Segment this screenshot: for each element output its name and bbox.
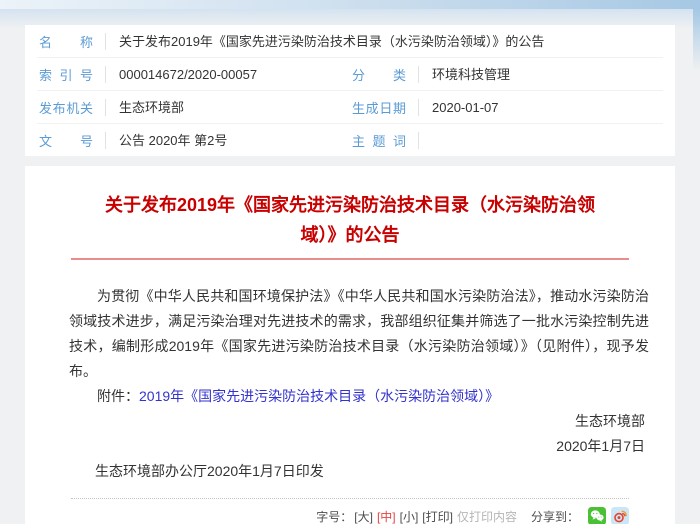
meta-value-subject [418, 132, 663, 149]
meta-value-category: 环境科技管理 [418, 66, 663, 83]
page-container: 名称 关于发布2019年《国家先进污染防治技术目录（水污染防治领域）》的公告 索… [25, 25, 675, 524]
document-info-table: 名称 关于发布2019年《国家先进污染防治技术目录（水污染防治领域）》的公告 索… [25, 25, 675, 156]
meta-cell-index: 索引号 000014672/2020-00057 [37, 58, 350, 90]
fontsize-medium-button[interactable]: [中] [377, 508, 396, 524]
announcement-paragraph: 为贯彻《中华人民共和国环境保护法》《中华人民共和国水污染防治法》，推动水污染防治… [69, 284, 649, 384]
meta-label-org: 发布机关 [39, 98, 93, 117]
issue-note: 生态环境部办公厅2020年1月7日印发 [95, 459, 655, 484]
wechat-share-icon[interactable] [588, 507, 606, 524]
meta-label-docno: 文号 [39, 131, 93, 150]
meta-cell-name: 名称 关于发布2019年《国家先进污染防治技术目录（水污染防治领域）》的公告 [37, 25, 663, 57]
share-label: 分享到： [531, 508, 579, 524]
meta-row-docno: 文号 公告 2020年 第2号 主题词 [37, 124, 663, 156]
meta-label-name: 名称 [39, 32, 93, 51]
weibo-share-icon[interactable] [611, 507, 629, 524]
top-gradient-band [0, 0, 700, 9]
title-divider [71, 258, 629, 260]
attachment-link[interactable]: 2019年《国家先进污染防治技术目录（水污染防治领域）》 [139, 388, 499, 404]
fontsize-label: 字号： [316, 508, 352, 524]
meta-value-org: 生态环境部 [105, 99, 350, 116]
meta-cell-gen-date: 生成日期 2020-01-07 [350, 91, 663, 123]
footer-toolbar: 字号： [大] [中] [小] [打印] 仅打印内容 分享到： [45, 507, 629, 524]
meta-value-gen-date: 2020-01-07 [418, 99, 663, 116]
announcement-card: 关于发布2019年《国家先进污染防治技术目录（水污染防治领域）》的公告 为贯彻《… [25, 166, 675, 524]
meta-row-index: 索引号 000014672/2020-00057 分类 环境科技管理 [37, 58, 663, 91]
meta-label-index: 索引号 [39, 65, 93, 84]
fontsize-small-button[interactable]: [小] [400, 508, 419, 524]
meta-label-category: 分类 [352, 65, 406, 84]
meta-value-name: 关于发布2019年《国家先进污染防治技术目录（水污染防治领域）》的公告 [105, 33, 663, 50]
print-content-only-link[interactable]: 仅打印内容 [457, 508, 517, 524]
meta-label-subject: 主题词 [352, 131, 406, 150]
meta-row-name: 名称 关于发布2019年《国家先进污染防治技术目录（水污染防治领域）》的公告 [37, 25, 663, 58]
fontsize-large-button[interactable]: [大] [354, 508, 373, 524]
meta-row-org: 发布机关 生态环境部 生成日期 2020-01-07 [37, 91, 663, 124]
meta-label-gen-date: 生成日期 [352, 98, 406, 117]
attachment-line: 附件：2019年《国家先进污染防治技术目录（水污染防治领域）》 [69, 384, 649, 409]
meta-cell-category: 分类 环境科技管理 [350, 58, 663, 90]
right-gradient-band [693, 9, 700, 71]
page-title: 关于发布2019年《国家先进污染防治技术目录（水污染防治领域）》的公告 [100, 190, 600, 250]
meta-cell-docno: 文号 公告 2020年 第2号 [37, 124, 350, 156]
meta-cell-org: 发布机关 生态环境部 [37, 91, 350, 123]
signature-date: 2020年1月7日 [45, 434, 645, 459]
attachment-label: 附件： [97, 388, 139, 404]
meta-value-docno: 公告 2020年 第2号 [105, 132, 350, 149]
meta-cell-subject: 主题词 [350, 124, 663, 156]
footer-divider [71, 498, 629, 499]
meta-value-index: 000014672/2020-00057 [105, 66, 350, 83]
print-button[interactable]: [打印] [422, 508, 453, 524]
signature-org: 生态环境部 [45, 409, 645, 434]
